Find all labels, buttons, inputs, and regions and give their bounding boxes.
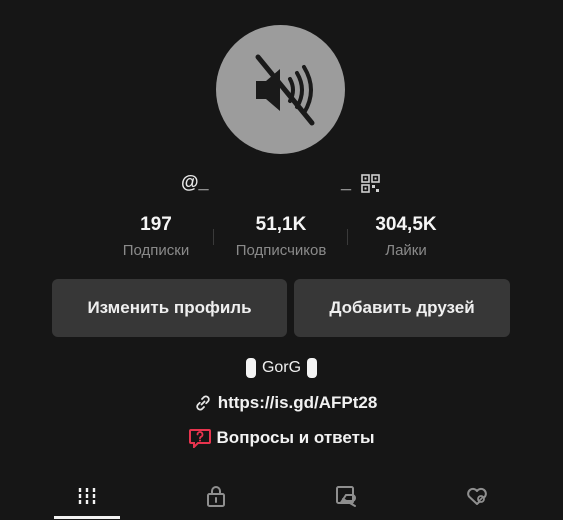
- tab-videos[interactable]: [54, 472, 120, 520]
- qr-code-icon[interactable]: [361, 174, 380, 193]
- grid-icon: [78, 488, 96, 504]
- content-tabs: [0, 472, 563, 520]
- active-tab-indicator: [54, 516, 120, 519]
- tab-liked[interactable]: [444, 472, 510, 520]
- add-friends-button[interactable]: Добавить друзей: [294, 279, 510, 337]
- bio-emoji-left: [245, 358, 256, 378]
- profile-screen: @_ _ 197 Подписки 51,1K Подписчиков 304,…: [0, 0, 563, 520]
- likes-count: 304,5K: [375, 214, 437, 235]
- question-bubble-icon: [188, 429, 211, 448]
- liked-icon: [467, 487, 487, 505]
- lock-icon: [207, 486, 225, 507]
- username-suffix: _: [341, 172, 352, 192]
- profile-stats: 197 Подписки 51,1K Подписчиков 304,5K Ла…: [0, 213, 563, 265]
- tab-private[interactable]: [183, 472, 249, 520]
- profile-link[interactable]: https://is.gd/AFPt28: [0, 391, 563, 415]
- profile-link-text: https://is.gd/AFPt28: [217, 393, 378, 412]
- qa-label: Вопросы и ответы: [216, 428, 375, 447]
- edit-profile-button[interactable]: Изменить профиль: [52, 279, 287, 337]
- stat-divider: [213, 229, 214, 245]
- stat-divider: [347, 229, 348, 245]
- avatar[interactable]: [216, 25, 345, 154]
- qa-link[interactable]: Вопросы и ответы: [0, 426, 563, 450]
- followers-count: 51,1K: [255, 214, 307, 235]
- stat-following[interactable]: 197 Подписки: [107, 213, 205, 263]
- following-count: 197: [140, 214, 172, 235]
- username-prefix: @_: [181, 172, 209, 192]
- bio-text: GorG: [261, 359, 302, 376]
- tab-reposts[interactable]: [313, 472, 379, 520]
- bio: GorG: [0, 356, 563, 380]
- username-row: @_ _: [0, 172, 563, 194]
- link-icon: [196, 395, 210, 411]
- muted-speaker-icon: [255, 54, 314, 125]
- followers-label: Подписчиков: [235, 242, 327, 259]
- repost-icon: [336, 486, 356, 507]
- stat-followers[interactable]: 51,1K Подписчиков: [222, 213, 340, 263]
- following-label: Подписки: [122, 242, 190, 259]
- likes-label: Лайки: [385, 242, 427, 259]
- stat-likes[interactable]: 304,5K Лайки: [360, 213, 452, 263]
- bio-emoji-right: [307, 358, 318, 378]
